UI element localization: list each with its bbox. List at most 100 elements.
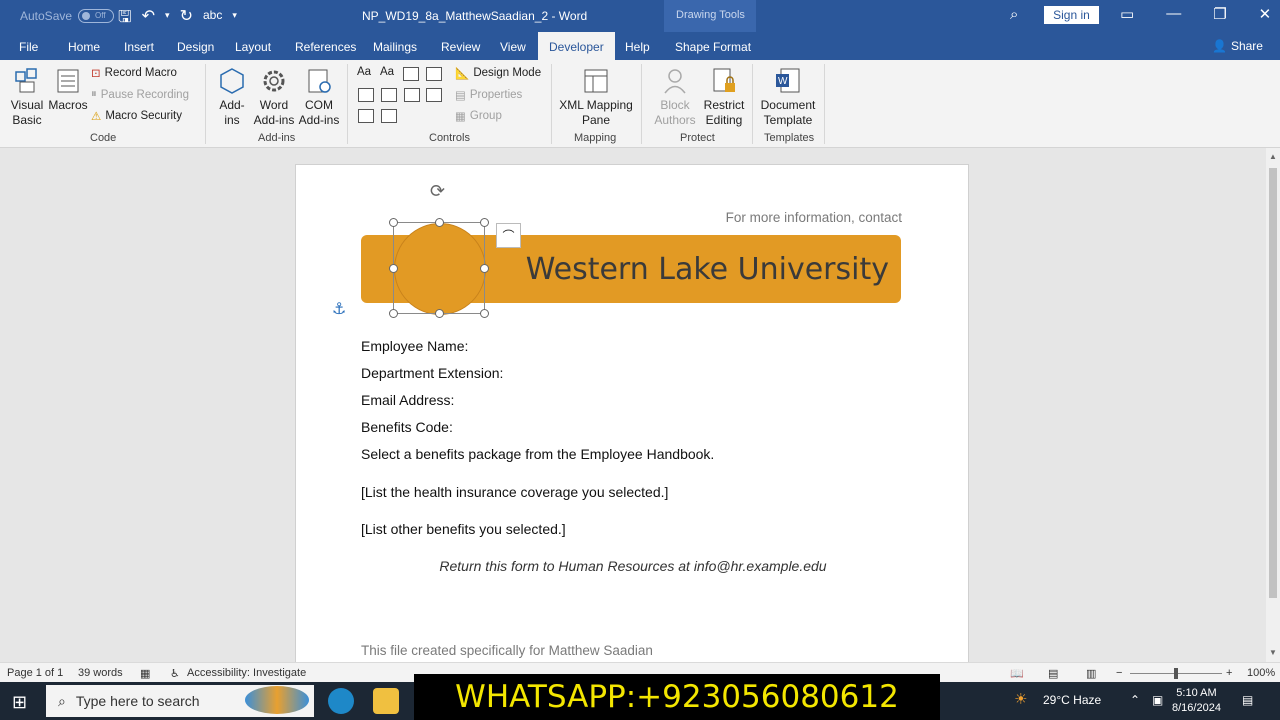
resize-handle[interactable] xyxy=(435,218,444,227)
chevron-down-icon[interactable]: ▾ xyxy=(165,6,170,33)
proofing-icon[interactable]: ▦ xyxy=(140,667,150,680)
tab-design[interactable]: Design xyxy=(177,40,214,54)
ribbon-display-icon[interactable]: ▭ xyxy=(1120,5,1134,23)
share-button[interactable]: 👤 Share xyxy=(1212,39,1263,53)
autosave-switch[interactable]: Off xyxy=(78,9,115,23)
visual-basic-icon xyxy=(15,68,37,93)
picture-control-icon[interactable] xyxy=(403,67,419,81)
search-highlight-image[interactable] xyxy=(245,686,309,714)
placeholder-other-benefits[interactable]: [List other benefits you selected.] xyxy=(361,521,566,537)
network-icon[interactable]: ▣ xyxy=(1152,693,1163,707)
field-benefits-code[interactable]: Benefits Code: xyxy=(361,419,453,435)
document-template-label-line2: Template xyxy=(763,113,813,127)
scroll-up-icon[interactable]: ▲ xyxy=(1269,152,1277,161)
redo-icon[interactable]: ↻ xyxy=(180,6,193,33)
autosave-toggle[interactable]: AutoSave Off xyxy=(20,9,115,23)
edge-browser-icon[interactable] xyxy=(328,688,354,714)
restore-icon[interactable]: ❐ xyxy=(1213,5,1226,23)
tab-help[interactable]: Help xyxy=(625,40,650,54)
macros-button[interactable]: Macros xyxy=(48,66,88,113)
add-ins-button[interactable]: Add- ins xyxy=(214,66,250,128)
share-label: Share xyxy=(1230,39,1263,53)
zoom-slider-thumb[interactable] xyxy=(1174,668,1178,679)
word-add-ins-button[interactable]: Word Add-ins xyxy=(252,66,296,128)
visual-basic-button[interactable]: Visual Basic xyxy=(8,66,46,128)
combo-box-control-icon[interactable] xyxy=(381,88,397,102)
tab-insert[interactable]: Insert xyxy=(124,40,154,54)
resize-handle[interactable] xyxy=(480,218,489,227)
macro-security-button[interactable]: ⚠ Macro Security xyxy=(91,109,182,123)
com-add-ins-button[interactable]: COM Add-ins xyxy=(297,66,341,128)
restrict-editing-label-line2: Editing xyxy=(705,113,743,127)
dropdown-control-icon[interactable] xyxy=(404,88,420,102)
weather-icon[interactable]: ☀ xyxy=(1014,690,1027,708)
field-department-extension[interactable]: Department Extension: xyxy=(361,365,503,381)
save-icon[interactable]: 🖫 xyxy=(118,6,132,33)
close-icon[interactable]: ✕ xyxy=(1259,5,1272,23)
tab-mailings[interactable]: Mailings xyxy=(373,40,417,54)
rotate-handle-icon[interactable]: ⟳ xyxy=(430,181,445,202)
restrict-editing-button[interactable]: Restrict Editing xyxy=(702,66,746,128)
spelling-icon[interactable]: abc xyxy=(203,6,222,33)
block-authors-button[interactable]: Block Authors xyxy=(650,66,700,128)
pause-recording-button[interactable]: ⏸ Pause Recording xyxy=(91,88,189,101)
resize-handle[interactable] xyxy=(480,309,489,318)
tab-layout[interactable]: Layout xyxy=(235,40,271,54)
file-explorer-icon[interactable] xyxy=(373,688,399,714)
customize-qat-icon[interactable]: ▾ xyxy=(232,6,237,33)
zoom-level[interactable]: 100% xyxy=(1247,667,1275,679)
minimize-icon[interactable]: — xyxy=(1166,5,1181,23)
tab-review[interactable]: Review xyxy=(441,40,480,54)
sign-in-button[interactable]: Sign in xyxy=(1044,6,1099,24)
accessibility-icon[interactable]: ♿ xyxy=(170,667,180,680)
field-email-address[interactable]: Email Address: xyxy=(361,392,454,408)
record-macro-button[interactable]: ⊡ Record Macro xyxy=(91,66,177,80)
checkbox-control-icon[interactable] xyxy=(358,88,374,102)
resize-handle[interactable] xyxy=(435,309,444,318)
system-clock[interactable]: 5:10 AM 8/16/2024 xyxy=(1172,686,1221,716)
search-icon: ⌕ xyxy=(58,692,66,709)
web-layout-icon[interactable]: ▥ xyxy=(1086,667,1096,680)
repeating-section-icon[interactable] xyxy=(358,109,374,123)
page-count[interactable]: Page 1 of 1 xyxy=(7,667,63,679)
search-icon[interactable]: ⌕ xyxy=(1010,6,1018,23)
rich-text-control-icon[interactable]: Aa xyxy=(357,66,371,78)
tab-references[interactable]: References xyxy=(295,40,356,54)
scroll-thumb[interactable] xyxy=(1269,168,1277,598)
legacy-tools-icon[interactable] xyxy=(381,109,397,123)
tab-home[interactable]: Home xyxy=(68,40,100,54)
date-picker-control-icon[interactable] xyxy=(426,88,442,102)
placeholder-health-coverage[interactable]: [List the health insurance coverage you … xyxy=(361,484,668,500)
field-employee-name[interactable]: Employee Name: xyxy=(361,338,468,354)
design-mode-button[interactable]: 📐 Design Mode xyxy=(455,66,541,80)
building-block-control-icon[interactable] xyxy=(426,67,442,81)
layout-options-icon[interactable]: ⌒ xyxy=(496,223,521,248)
resize-handle[interactable] xyxy=(389,264,398,273)
document-template-button[interactable]: W Document Template xyxy=(758,66,818,128)
read-mode-icon[interactable]: 📖 xyxy=(1010,667,1024,680)
tab-shape-format[interactable]: Shape Format xyxy=(675,40,751,54)
tab-view[interactable]: View xyxy=(500,40,526,54)
resize-handle[interactable] xyxy=(389,309,398,318)
vertical-scrollbar[interactable]: ▲ ▼ xyxy=(1266,148,1280,662)
tab-developer[interactable]: Developer xyxy=(538,32,615,60)
tab-file[interactable]: File xyxy=(19,40,38,54)
zoom-out-icon[interactable]: − xyxy=(1116,667,1122,679)
notification-icon[interactable]: ▤ xyxy=(1242,693,1253,707)
xml-mapping-pane-button[interactable]: XML Mapping Pane xyxy=(558,66,634,128)
windows-start-icon[interactable]: ⊞ xyxy=(12,692,27,713)
zoom-in-icon[interactable]: + xyxy=(1226,667,1232,679)
document-page[interactable]: For more information, contact Western La… xyxy=(295,164,969,664)
chevron-up-icon[interactable]: ⌃ xyxy=(1130,693,1140,707)
plain-text-control-icon[interactable]: Aa xyxy=(380,66,394,78)
group-button[interactable]: ▦ Group xyxy=(455,109,502,123)
accessibility-status[interactable]: Accessibility: Investigate xyxy=(187,667,306,679)
resize-handle[interactable] xyxy=(389,218,398,227)
scroll-down-icon[interactable]: ▼ xyxy=(1269,648,1277,657)
resize-handle[interactable] xyxy=(480,264,489,273)
weather-text[interactable]: 29°C Haze xyxy=(1043,693,1101,707)
undo-icon[interactable]: ↶ xyxy=(142,6,155,33)
word-count[interactable]: 39 words xyxy=(78,667,123,679)
properties-button[interactable]: ▤ Properties xyxy=(455,88,522,102)
print-layout-icon[interactable]: ▤ xyxy=(1048,667,1058,680)
